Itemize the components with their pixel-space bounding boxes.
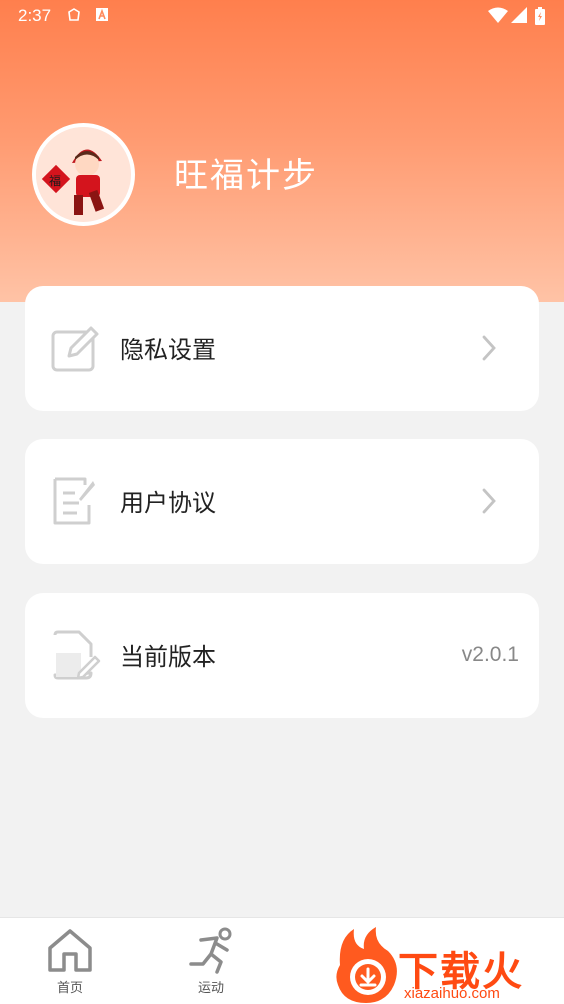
privacy-settings-item[interactable]: 隐私设置 [25, 286, 539, 411]
status-time: 2:37 [18, 6, 52, 25]
chevron-right-icon [482, 488, 496, 514]
document-icon [53, 477, 95, 525]
edit-icon [51, 326, 99, 372]
chevron-right-icon [482, 335, 496, 361]
tab-label: 首页 [56, 981, 83, 996]
file-icon [53, 630, 101, 680]
tab-label: 运动 [197, 981, 224, 996]
version-value: v2.0.1 [461, 643, 519, 666]
status-bar: 2:37 [0, 0, 564, 32]
watermark: 下载火 xiazaihuo.com [330, 925, 564, 1004]
app-name: 旺福计步 [174, 156, 318, 196]
flame-logo-icon [336, 927, 397, 1003]
current-version-item: 当前版本 v2.0.1 [25, 593, 539, 718]
menu-item-label: 隐私设置 [120, 336, 216, 364]
menu-item-label: 当前版本 [120, 643, 216, 671]
running-icon [189, 927, 232, 974]
menu-item-label: 用户协议 [120, 489, 216, 517]
user-agreement-item[interactable]: 用户协议 [25, 439, 539, 564]
wifi-icon [488, 7, 508, 23]
notification-icon [68, 8, 80, 21]
signal-icon [511, 7, 527, 23]
tab-sport[interactable]: 运动 [169, 918, 249, 1004]
avatar-badge: 福 [49, 174, 62, 188]
tab-home[interactable]: 首页 [28, 918, 108, 1004]
battery-icon [535, 7, 545, 25]
home-icon [48, 929, 92, 972]
app-notification-icon [96, 8, 108, 21]
watermark-url: xiazaihuo.com [404, 985, 500, 1002]
avatar[interactable]: 福 [32, 123, 135, 226]
